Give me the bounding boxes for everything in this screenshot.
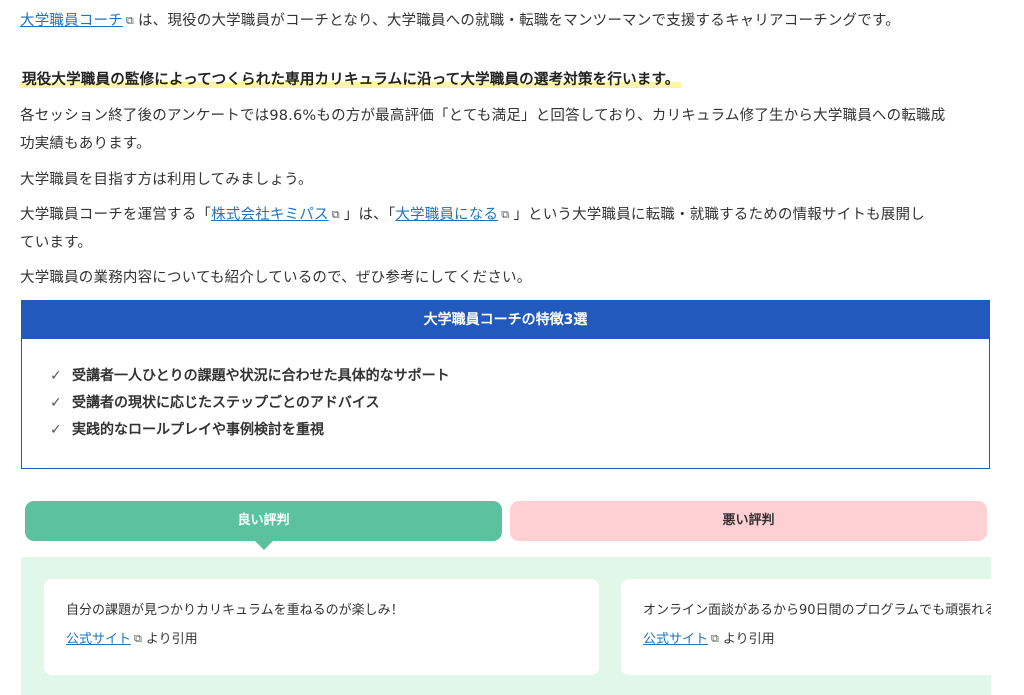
features-title: 大学職員コーチの特徴3選 bbox=[22, 301, 989, 339]
company-paragraph: 大学職員コーチを運営する「株式会社キミパス ⧉ 」は、「大学職員になる ⧉ 」という大学… bbox=[20, 201, 995, 257]
external-link-icon: ⧉ bbox=[134, 632, 142, 645]
company-text-line-2: ています。 bbox=[20, 235, 93, 251]
check-icon: ✓ bbox=[50, 368, 62, 384]
feature-item: ✓ 実践的なロールプレイや事例検討を重視 bbox=[50, 417, 989, 444]
feature-text: 実践的なロールプレイや事例検討を重視 bbox=[72, 422, 324, 438]
features-box: 大学職員コーチの特徴3選 ✓ 受講者一人ひとりの課題や状況に合わせた具体的なサポー… bbox=[21, 300, 990, 469]
review-source: 公式サイト ⧉ より引用 bbox=[66, 629, 599, 650]
survey-line-1: 各セッション終了後のアンケートでは98.6%もの方が最高評価「とても満足」と回答… bbox=[20, 108, 946, 124]
check-icon: ✓ bbox=[50, 395, 62, 411]
company-text-pre: 大学職員コーチを運営する「 bbox=[20, 207, 212, 223]
highlight-text: 現役大学職員の監修によってつくられた専用カリキュラムに沿って大学職員の選考対策を… bbox=[20, 72, 682, 88]
review-card: 自分の課題が見つかりカリキュラムを重ねるのが楽しみ！ 公式サイト ⧉ より引用 bbox=[44, 579, 599, 675]
intro-text: は、現役の大学職員がコーチとなり、大学職員への就職・転職をマンツーマンで支援する… bbox=[137, 13, 900, 29]
official-site-link[interactable]: 公式サイト bbox=[643, 632, 708, 647]
check-icon: ✓ bbox=[50, 422, 62, 438]
external-link-icon: ⧉ bbox=[331, 208, 340, 221]
tab-good-reviews[interactable]: 良い評判 bbox=[25, 501, 502, 550]
survey-paragraph: 各セッション終了後のアンケートでは98.6%もの方が最高評価「とても満足」と回答… bbox=[20, 102, 995, 158]
company-text-post: 」という大学職員に転職・就職するための情報サイトも展開し bbox=[513, 207, 925, 223]
survey-line-2: 功実績もあります。 bbox=[20, 136, 151, 152]
daigaku-shokuin-coach-link[interactable]: 大学職員コーチ bbox=[20, 13, 123, 29]
features-list: ✓ 受講者一人ひとりの課題や状況に合わせた具体的なサポート ✓ 受講者の現状に応じた… bbox=[22, 339, 989, 444]
external-link-icon: ⧉ bbox=[125, 14, 134, 27]
tab-bad-reviews[interactable]: 悪い評判 bbox=[510, 501, 987, 541]
feature-text: 受講者の現状に応じたステップごとのアドバイス bbox=[72, 395, 380, 411]
reference-paragraph: 大学職員の業務内容についても紹介しているので、ぜひ参考にしてください。 bbox=[20, 270, 532, 286]
feature-item: ✓ 受講者一人ひとりの課題や状況に合わせた具体的なサポート bbox=[50, 363, 989, 390]
external-link-icon: ⧉ bbox=[501, 208, 510, 221]
highlight-paragraph: 現役大学職員の監修によってつくられた専用カリキュラムに沿って大学職員の選考対策を… bbox=[20, 66, 995, 94]
intro-paragraph: 大学職員コーチ ⧉ は、現役の大学職員がコーチとなり、大学職員への就職・転職をマンツ… bbox=[20, 7, 995, 35]
official-site-link[interactable]: 公式サイト bbox=[66, 632, 131, 647]
review-quote: 自分の課題が見つかりカリキュラムを重ねるのが楽しみ！ bbox=[66, 603, 404, 618]
reviews-panel: 自分の課題が見つかりカリキュラムを重ねるのが楽しみ！ 公式サイト ⧉ より引用 オン… bbox=[21, 557, 991, 695]
review-quote: オンライン面談があるから90日間のプログラムでも頑張れる bbox=[643, 603, 991, 618]
review-card: オンライン面談があるから90日間のプログラムでも頑張れる 公式サイト ⧉ より引用 bbox=[621, 579, 991, 675]
review-source-suffix: より引用 bbox=[722, 632, 775, 647]
daigaku-shokuin-ni-naru-link[interactable]: 大学職員になる bbox=[395, 207, 498, 223]
review-source-suffix: より引用 bbox=[145, 632, 198, 647]
feature-text: 受講者一人ひとりの課題や状況に合わせた具体的なサポート bbox=[72, 368, 450, 384]
review-source: 公式サイト ⧉ より引用 bbox=[643, 629, 991, 650]
company-text-mid: 」は、「 bbox=[343, 207, 396, 223]
recommend-paragraph: 大学職員を目指す方は利用してみましょう。 bbox=[20, 172, 313, 188]
kimipass-link[interactable]: 株式会社キミパス bbox=[211, 207, 329, 223]
external-link-icon: ⧉ bbox=[711, 632, 719, 645]
feature-item: ✓ 受講者の現状に応じたステップごとのアドバイス bbox=[50, 390, 989, 417]
